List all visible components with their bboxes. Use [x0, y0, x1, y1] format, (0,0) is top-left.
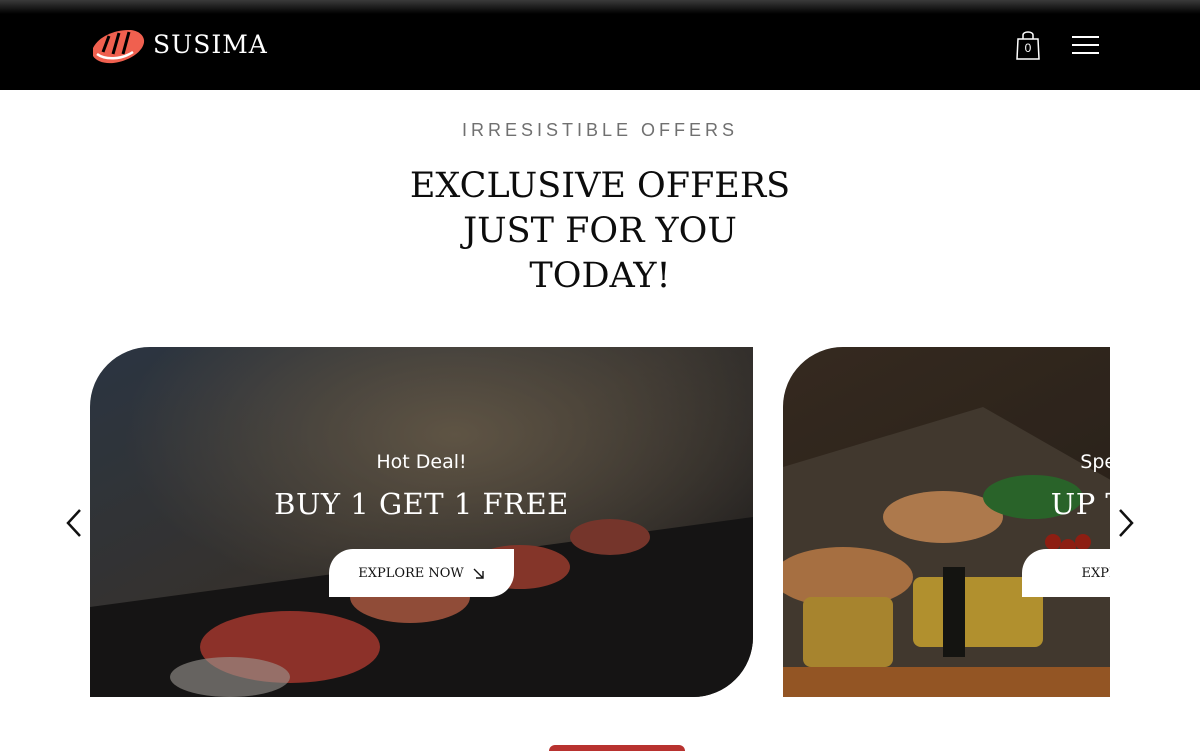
carousel-next-button[interactable] [1116, 508, 1136, 538]
next-section-edge [549, 745, 685, 751]
section-title: EXCLUSIVE OFFERS JUST FOR YOU TODAY! [350, 164, 850, 299]
offer-headline: UP TO 3 [1050, 487, 1110, 521]
offer-card[interactable]: Special UP TO 3 EXPLORE [783, 347, 1110, 697]
section-title-line: TODAY! [529, 256, 671, 296]
offer-card[interactable]: Hot Deal! BUY 1 GET 1 FREE EXPLORE NOW [90, 347, 753, 697]
section-title-line: EXCLUSIVE OFFERS [409, 166, 791, 206]
chevron-left-icon [66, 509, 81, 537]
button-label: EXPLORE NOW [358, 565, 464, 581]
arrow-down-right-icon [473, 568, 484, 579]
hamburger-menu-icon[interactable] [1072, 35, 1100, 55]
brand-name: SUSIMA [153, 30, 268, 59]
chevron-right-icon [1119, 509, 1134, 537]
explore-button[interactable]: EXPLORE [1022, 549, 1110, 597]
cart-button[interactable]: 0 [1013, 29, 1043, 61]
explore-now-button[interactable]: EXPLORE NOW [329, 549, 514, 597]
offer-headline: BUY 1 GET 1 FREE [274, 487, 569, 521]
cart-count-badge: 0 [1024, 41, 1032, 55]
offer-subtitle: Special [1080, 451, 1110, 473]
carousel-prev-button[interactable] [64, 508, 84, 538]
sushi-logo-icon [93, 30, 145, 64]
offer-subtitle: Hot Deal! [376, 451, 467, 473]
section-title-line: JUST FOR YOU [463, 211, 737, 251]
button-label: EXPLORE [1081, 565, 1110, 581]
offers-carousel: Hot Deal! BUY 1 GET 1 FREE EXPLORE NOW S… [90, 347, 1110, 697]
site-header: SUSIMA 0 [0, 0, 1200, 90]
brand-logo[interactable]: SUSIMA [89, 24, 268, 66]
section-eyebrow: IRRESISTIBLE OFFERS [461, 120, 739, 140]
